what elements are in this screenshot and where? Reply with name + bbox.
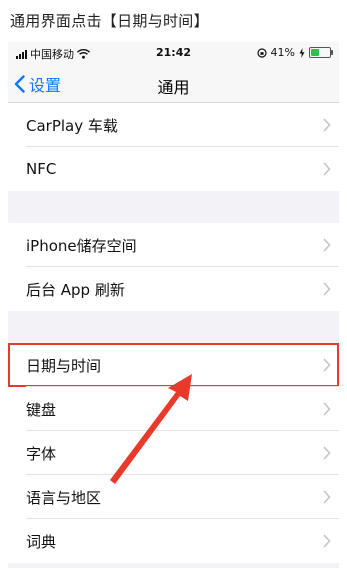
page-title: 通用 (157, 78, 190, 97)
list-item-label: CarPlay 车载 (26, 116, 118, 135)
list-item-carplay[interactable]: CarPlay 车载 (8, 103, 339, 147)
battery-icon (309, 47, 333, 58)
rotation-lock-icon (256, 47, 267, 58)
list-item-fonts[interactable]: 字体 (8, 431, 339, 475)
list-item-label: 后台 App 刷新 (26, 280, 125, 299)
list-item-label: iPhone储存空间 (26, 236, 137, 255)
list-item-label: NFC (26, 160, 57, 178)
chevron-right-icon (323, 490, 331, 504)
battery-fill (311, 49, 320, 56)
list-item-label: 日期与时间 (26, 356, 102, 375)
list-item-date-time[interactable]: 日期与时间 (8, 343, 339, 387)
battery-percent: 41% (270, 46, 295, 59)
list-item-background-app-refresh[interactable]: 后台 App 刷新 (8, 267, 339, 311)
list-item-iphone-storage[interactable]: iPhone储存空间 (8, 223, 339, 267)
status-bar: 中国移动 21:42 41% (8, 42, 339, 64)
list-item-label: 字体 (26, 444, 57, 463)
chevron-right-icon (323, 358, 331, 372)
list-item-nfc[interactable]: NFC (8, 147, 339, 191)
list-item-label: 词典 (26, 532, 57, 551)
chevron-right-icon (323, 118, 331, 132)
list-item-label: 语言与地区 (26, 488, 102, 507)
instruction-caption: 通用界面点击【日期与时间】 (10, 12, 209, 30)
chevron-right-icon (323, 446, 331, 460)
list-item-keyboard[interactable]: 键盘 (8, 387, 339, 431)
chevron-right-icon (323, 162, 331, 176)
list-item-language-region[interactable]: 语言与地区 (8, 475, 339, 519)
chevron-right-icon (323, 402, 331, 416)
status-right: 41% (256, 46, 333, 59)
phone-screen: 中国移动 21:42 41% 设置 通用 CarPlay 车载 NFC iPho… (8, 42, 339, 568)
chevron-right-icon (323, 534, 331, 548)
group-spacer (8, 311, 339, 343)
list-item-dictionary[interactable]: 词典 (8, 519, 339, 563)
list-item-label: 键盘 (26, 400, 57, 419)
screenshot-frame: 通用界面点击【日期与时间】 中国移动 21:42 41% 设置 通用 CarPl… (0, 0, 347, 568)
bolt-icon (299, 47, 305, 58)
chevron-right-icon (323, 282, 331, 296)
chevron-right-icon (323, 238, 331, 252)
navigation-bar: 设置 通用 (8, 64, 339, 103)
settings-list: CarPlay 车载 NFC iPhone储存空间 后台 App 刷新 日期与时… (8, 103, 339, 563)
group-spacer (8, 191, 339, 223)
